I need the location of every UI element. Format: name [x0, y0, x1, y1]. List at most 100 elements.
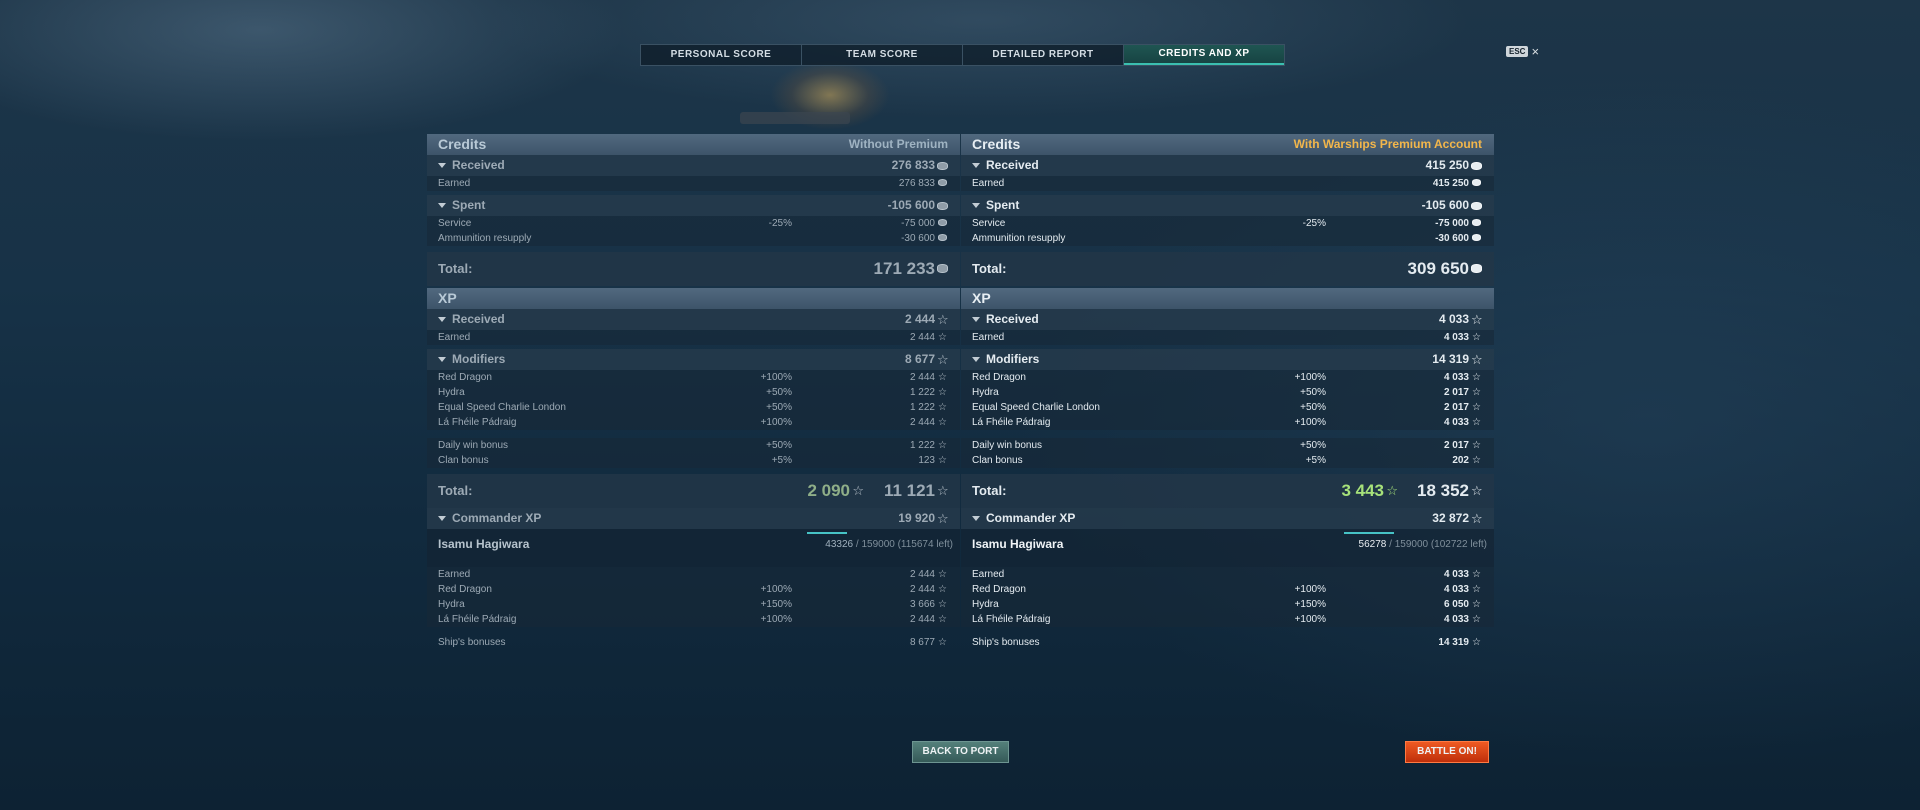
modifier-label: Red Dragon [438, 584, 492, 595]
xp-earned-label: Earned [972, 332, 1005, 343]
tab-bar: PERSONAL SCORE TEAM SCORE DETAILED REPOR… [640, 44, 1285, 66]
credits-title: Credits [438, 136, 487, 152]
credits-subtitle: With Warships Premium Account [1293, 137, 1482, 151]
xp-star-icon: ☆ [1472, 584, 1481, 595]
modifier-label: Red Dragon [438, 372, 492, 383]
background-ship [740, 112, 850, 124]
chevron-down-icon [438, 357, 446, 363]
xp-star-icon: ☆ [937, 511, 949, 526]
xp-star-icon: ☆ [937, 483, 949, 498]
xp-star-icon: ☆ [938, 440, 947, 451]
bonus-label: Clan bonus [438, 455, 489, 466]
credits-total-label: Total: [438, 261, 473, 276]
modifiers-value: 8 677 [904, 352, 935, 366]
credits-icon [1471, 195, 1482, 216]
xp-received-section[interactable]: Received 2 444 ☆ [427, 309, 960, 330]
credits-icon [1471, 231, 1482, 246]
modifier-label: Lá Fhéile Pádraig [438, 614, 517, 625]
bonus-label: Clan bonus [972, 455, 1023, 466]
xp-star-icon: ☆ [938, 332, 947, 343]
commander-progress-rest: / 159000 (115674 left) [855, 539, 953, 550]
xp-earned-row: Earned 2 444 ☆ [427, 330, 960, 345]
tab-team-score[interactable]: TEAM SCORE [802, 45, 963, 65]
spent-value: -105 600 [1421, 198, 1469, 212]
commander-earned-value: 2 444 [909, 569, 935, 580]
ammunition-value: -30 600 [1435, 233, 1469, 244]
service-row: Service -25% -75 000 [427, 216, 960, 231]
modifier-row: Red Dragon +100% 4 033 ☆ [961, 370, 1494, 385]
service-value: -75 000 [1435, 218, 1469, 229]
xp-star-icon: ☆ [1472, 637, 1481, 648]
bonus-row: Daily win bonus +50% 2 017 ☆ [961, 438, 1494, 453]
received-section[interactable]: Received 276 833 [427, 155, 960, 176]
modifiers-value: 14 319 [1432, 352, 1469, 366]
modifier-value: 4 033 [1443, 584, 1469, 595]
modifiers-label: Modifiers [986, 352, 1040, 366]
spent-section[interactable]: Spent -105 600 [427, 195, 960, 216]
xp-total-base-value: 2 090 [807, 481, 850, 500]
commander-xp-section[interactable]: Commander XP 32 872 ☆ [961, 508, 1494, 529]
modifier-percent: +100% [760, 614, 792, 625]
modifiers-section[interactable]: Modifiers 14 319 ☆ [961, 349, 1494, 370]
chevron-down-icon [972, 317, 980, 323]
credits-icon [937, 176, 948, 191]
credits-icon [937, 231, 948, 246]
modifier-value: 4 033 [1443, 372, 1469, 383]
xp-star-icon: ☆ [938, 387, 947, 398]
bonus-row: Clan bonus +5% 123 ☆ [427, 453, 960, 468]
credits-icon [937, 216, 948, 231]
tab-credits-and-xp[interactable]: CREDITS AND XP [1124, 45, 1284, 65]
modifier-label: Hydra [972, 387, 999, 398]
spent-section[interactable]: Spent -105 600 [961, 195, 1494, 216]
modifier-value: 2 444 [909, 584, 935, 595]
modifier-label: Lá Fhéile Pádraig [972, 614, 1051, 625]
commander-earned-label: Earned [972, 569, 1005, 580]
back-to-port-button[interactable]: BACK TO PORT [912, 741, 1009, 763]
commander-xp-section[interactable]: Commander XP 19 920 ☆ [427, 508, 960, 529]
tab-detailed-report[interactable]: DETAILED REPORT [963, 45, 1124, 65]
close-button[interactable]: ESC × [1506, 45, 1539, 58]
modifier-value: 2 444 [909, 614, 935, 625]
xp-received-label: Received [452, 312, 505, 326]
bonus-percent: +50% [766, 440, 792, 451]
commander-progress-rest: / 159000 (102722 left) [1389, 539, 1487, 550]
bonus-percent: +5% [771, 455, 792, 466]
chevron-down-icon [972, 357, 980, 363]
commander-modifier-row: Lá Fhéile Pádraig +100% 2 444 ☆ [427, 612, 960, 627]
modifier-row: Equal Speed Charlie London +50% 1 222 ☆ [427, 400, 960, 415]
bonus-percent: +50% [1300, 440, 1326, 451]
bonus-row: Clan bonus +5% 202 ☆ [961, 453, 1494, 468]
xp-star-icon: ☆ [938, 584, 947, 595]
modifier-label: Red Dragon [972, 372, 1026, 383]
modifier-value: 2 017 [1443, 387, 1469, 398]
chevron-down-icon [438, 516, 446, 522]
modifier-percent: +100% [1294, 614, 1326, 625]
modifier-label: Lá Fhéile Pádraig [972, 417, 1051, 428]
modifier-percent: +100% [760, 372, 792, 383]
modifier-percent: +100% [1294, 417, 1326, 428]
bonus-label: Daily win bonus [972, 440, 1043, 451]
xp-title: XP [972, 290, 991, 306]
commander-xp-label: Commander XP [986, 511, 1076, 525]
ship-bonuses-label: Ship's bonuses [972, 637, 1040, 648]
xp-star-icon: ☆ [1472, 332, 1481, 343]
modifier-percent: +150% [1294, 599, 1326, 610]
credits-total-label: Total: [972, 261, 1007, 276]
xp-total-value: 18 352 [1417, 481, 1469, 500]
battle-on-button[interactable]: BATTLE ON! [1405, 741, 1489, 763]
modifiers-section[interactable]: Modifiers 8 677 ☆ [427, 349, 960, 370]
credits-icon [1471, 216, 1482, 231]
commander-progress-current: 56278 [1358, 539, 1387, 550]
received-section[interactable]: Received 415 250 [961, 155, 1494, 176]
commander-progress: 56278 / 159000 (102722 left) [1359, 537, 1487, 552]
xp-star-icon: ☆ [1472, 599, 1481, 610]
xp-star-icon: ☆ [1472, 402, 1481, 413]
xp-received-section[interactable]: Received 4 033 ☆ [961, 309, 1494, 330]
commander-progress-current: 43326 [825, 539, 854, 550]
earned-value: 415 250 [1432, 178, 1469, 189]
xp-star-icon: ☆ [1472, 614, 1481, 625]
tab-personal-score[interactable]: PERSONAL SCORE [641, 45, 802, 65]
commander-earned-row: Earned 4 033 ☆ [961, 567, 1494, 582]
bonus-value: 202 [1452, 455, 1469, 466]
credits-icon [937, 155, 948, 176]
